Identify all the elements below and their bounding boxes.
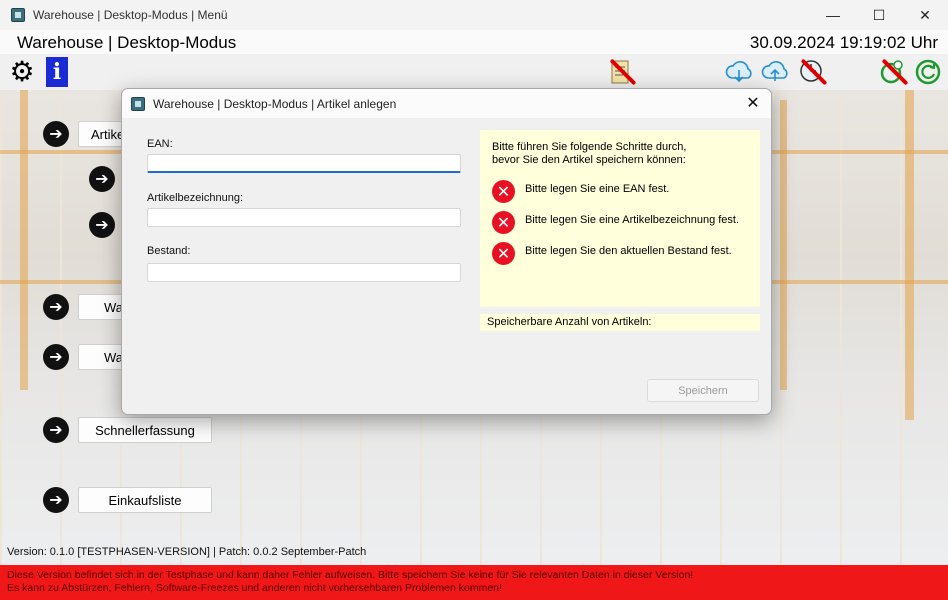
close-icon[interactable]: ✕	[741, 91, 765, 115]
error-icon: ✕	[492, 180, 515, 203]
arrow-icon[interactable]: ➔	[43, 487, 69, 513]
gear-icon[interactable]: ⚙	[7, 57, 37, 87]
app-icon	[131, 96, 145, 111]
arrow-icon[interactable]: ➔	[43, 121, 69, 147]
dialog-title: Warehouse | Desktop-Modus | Artikel anle…	[153, 96, 397, 111]
arrow-icon[interactable]: ➔	[43, 294, 69, 320]
error-text: Bitte legen Sie eine EAN fest.	[525, 182, 670, 195]
arrow-icon[interactable]: ➔	[43, 417, 69, 443]
rack-post	[905, 90, 914, 420]
menu-button-label: Schnellerfassung	[95, 422, 195, 438]
cloud-upload-icon[interactable]	[760, 57, 790, 87]
cloud-download-icon[interactable]	[724, 57, 754, 87]
window-titlebar: Warehouse | Desktop-Modus | Menü — ☐ ✕	[0, 0, 948, 30]
refresh-icon[interactable]	[913, 57, 943, 87]
arrow-icon[interactable]: ➔	[89, 166, 115, 192]
rack-beam	[770, 280, 948, 284]
error-icon: ✕	[492, 242, 515, 265]
gear-glyph: ⚙	[9, 56, 35, 87]
info-glyph: i	[46, 57, 68, 87]
menu-button-schnellerfassung[interactable]: Schnellerfassung	[78, 417, 212, 443]
artikel-anlegen-dialog: Warehouse | Desktop-Modus | Artikel anle…	[121, 88, 772, 415]
document-disabled-icon[interactable]	[605, 57, 637, 87]
header-bar: Warehouse | Desktop-Modus 30.09.2024 19:…	[0, 30, 948, 54]
warning-line-2: Es kann zu Abstürzen, Fehlern, Software-…	[7, 582, 502, 594]
hint-intro-line-2: bevor Sie den Artikel speichern können:	[492, 154, 686, 166]
testphase-warning-bar: Diese Version befindet sich in der Testp…	[0, 565, 948, 600]
window-title: Warehouse | Desktop-Modus | Menü	[33, 8, 228, 22]
save-count-label: Speicherbare Anzahl von Artikeln:	[480, 314, 760, 331]
clock-disabled-icon[interactable]	[796, 57, 828, 87]
maximize-button[interactable]: ☐	[856, 0, 902, 30]
menu-button-label: Einkaufsliste	[108, 492, 182, 508]
bestand-label: Bestand:	[147, 245, 191, 257]
bestand-input[interactable]	[147, 263, 461, 282]
close-button[interactable]: ✕	[902, 0, 948, 30]
error-text: Bitte legen Sie den aktuellen Bestand fe…	[525, 244, 732, 257]
hint-intro-line-1: Bitte führen Sie folgende Schritte durch…	[492, 141, 687, 153]
rack-beam	[770, 150, 948, 154]
validation-error: ✕ Bitte legen Sie eine EAN fest.	[492, 180, 669, 203]
app-icon	[11, 8, 25, 22]
validation-error: ✕ Bitte legen Sie den aktuellen Bestand …	[492, 242, 732, 265]
timer-disabled-icon[interactable]	[877, 57, 909, 87]
rack-post	[780, 100, 787, 390]
artikelbezeichnung-input[interactable]	[147, 208, 461, 227]
minimize-button[interactable]: —	[810, 0, 856, 30]
menu-button-einkaufsliste[interactable]: Einkaufsliste	[78, 487, 212, 513]
arrow-icon[interactable]: ➔	[43, 344, 69, 370]
error-icon: ✕	[492, 211, 515, 234]
ean-input[interactable]	[147, 154, 461, 173]
validation-error: ✕ Bitte legen Sie eine Artikelbezeichnun…	[492, 211, 739, 234]
version-text: Version: 0.1.0 [TESTPHASEN-VERSION] | Pa…	[7, 546, 367, 558]
ean-label: EAN:	[147, 138, 173, 150]
app-title: Warehouse | Desktop-Modus	[17, 33, 237, 52]
artikelbezeichnung-label: Artikelbezeichnung:	[147, 192, 244, 204]
validation-hint-panel: Bitte führen Sie folgende Schritte durch…	[480, 130, 760, 307]
arrow-icon[interactable]: ➔	[89, 212, 115, 238]
hint-intro: Bitte führen Sie folgende Schritte durch…	[492, 141, 732, 167]
error-text: Bitte legen Sie eine Artikelbezeichnung …	[525, 213, 740, 226]
warning-line-1: Diese Version befindet sich in der Testp…	[7, 569, 694, 581]
toolbar: ⚙ i	[0, 54, 948, 90]
save-button[interactable]: Speichern	[647, 379, 759, 402]
dialog-titlebar: Warehouse | Desktop-Modus | Artikel anle…	[122, 89, 771, 118]
info-icon[interactable]: i	[42, 57, 72, 87]
rack-post	[20, 90, 28, 390]
datetime-display: 30.09.2024 19:19:02 Uhr	[749, 33, 938, 52]
